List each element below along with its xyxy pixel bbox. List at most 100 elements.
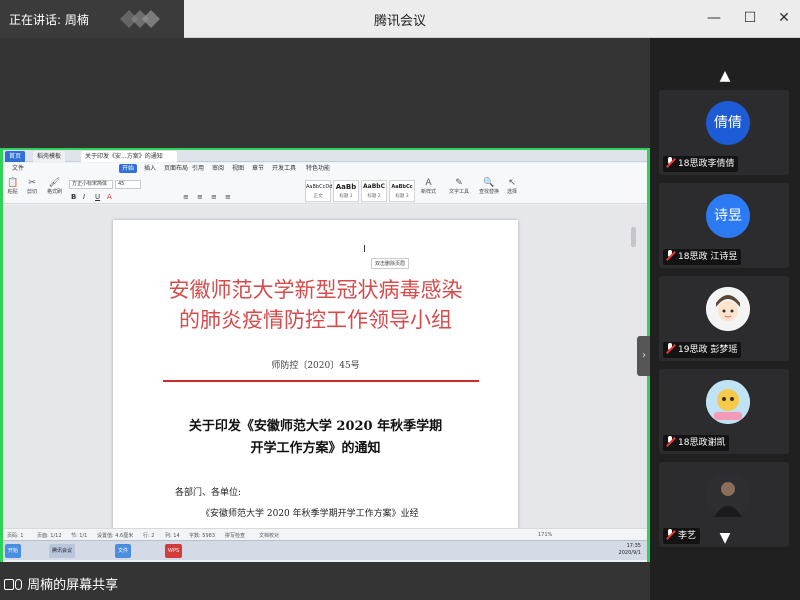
participant-tile[interactable]: 倩倩 18思政李倩倩	[659, 90, 789, 175]
text-tools-button[interactable]: ✎ 文字工具	[449, 178, 469, 195]
title-line-1: 关于印发《安徽师范大学 2020 年秋季学期	[188, 419, 443, 434]
new-style-button[interactable]: A 新样式	[421, 178, 436, 195]
menu-home[interactable]: 开始	[119, 164, 138, 173]
taskbar-app-meeting[interactable]: 腾讯会议	[49, 544, 76, 558]
screen-share-icon	[4, 579, 14, 590]
maximize-button[interactable]: ☐	[740, 9, 760, 27]
menu-developer[interactable]: 开发工具	[269, 164, 299, 173]
mic-muted-icon	[665, 157, 675, 167]
format-painter-button[interactable]: 🖌 格式刷	[47, 178, 62, 195]
style-heading-3-sample: AaBbCc	[391, 184, 413, 190]
style-heading-2-caption: 标题 2	[367, 194, 381, 199]
taskbar-app-files[interactable]: 文件	[115, 544, 132, 558]
zoom-level[interactable]: 171%	[538, 532, 552, 538]
paste-button[interactable]: 📋 粘贴	[7, 178, 18, 195]
scissors-icon: ✂	[28, 178, 36, 188]
menu-layout[interactable]: 页面布局	[161, 164, 191, 173]
menu-references[interactable]: 引用	[189, 164, 207, 173]
org-line-1: 安徽师范大学新型冠状病毒感染	[168, 278, 463, 302]
spell-check-button[interactable]: 拼写检查	[225, 532, 245, 539]
participant-name-tag: 18思政李倩倩	[663, 156, 739, 172]
select-label: 选择	[507, 189, 518, 195]
participant-tile[interactable]: 18思政谢凯	[659, 369, 789, 454]
font-size-select[interactable]: 45	[115, 180, 141, 189]
style-heading-2-sample: AaBbC	[363, 183, 385, 190]
participant-tile[interactable]: 诗昱 18思政 江诗昱	[659, 183, 789, 268]
status-section: 节: 1/1	[71, 533, 88, 539]
style-heading-2[interactable]: AaBbC 标题 2	[361, 180, 387, 202]
participant-tile[interactable]: 19思政 彭梦瑶	[659, 276, 789, 361]
title-line-2: 开学工作方案》的通知	[250, 441, 381, 456]
align-right-icon[interactable]: ≡	[211, 193, 217, 201]
shared-screen[interactable]: 首页 稻壳模板 关于印发《安...方案》的通知 文件 开始 插入 页面布局 引用…	[0, 148, 650, 562]
menu-review[interactable]: 审阅	[209, 164, 227, 173]
menu-view[interactable]: 视图	[229, 164, 247, 173]
participant-sidebar: ▲ 倩倩 18思政李倩倩 诗昱 18思政 江诗昱 19思政 彭梦瑶 18思政谢凯…	[650, 38, 800, 600]
document-title: 关于印发《安徽师范大学 2020 年秋季学期 开学工作方案》的通知	[113, 416, 518, 460]
underline-button[interactable]: U	[95, 193, 100, 201]
find-replace-label: 查找替换	[479, 189, 500, 195]
org-line-2: 的肺炎疫情防控工作领导小组	[179, 308, 452, 332]
avatar	[706, 380, 750, 424]
style-heading-3[interactable]: AaBbCc 标题 3	[389, 180, 415, 202]
avatar: 倩倩	[706, 101, 750, 145]
align-left-icon[interactable]: ≡	[183, 193, 189, 201]
collapse-sidebar-button[interactable]: ›	[637, 336, 651, 376]
menu-section[interactable]: 章节	[249, 164, 267, 173]
mic-muted-icon	[665, 436, 675, 446]
screen-share-owner: 周楠的屏幕共享	[27, 578, 119, 593]
scrollbar-thumb[interactable]	[631, 227, 636, 247]
document-number: 师防控〔2020〕45号	[271, 361, 360, 371]
style-normal[interactable]: AaBbCcDd 正文	[305, 180, 332, 202]
style-heading-1[interactable]: AaBb 标题 1	[333, 180, 359, 202]
tab-home[interactable]: 首页	[5, 151, 26, 162]
tab-document[interactable]: 关于印发《安...方案》的通知	[81, 151, 177, 162]
avatar: 诗昱	[706, 194, 750, 238]
start-button[interactable]: 开始	[5, 544, 21, 558]
menu-file[interactable]: 文件	[9, 164, 27, 173]
cut-button[interactable]: ✂ 剪切	[27, 178, 37, 195]
wps-tab-bar: 首页 稻壳模板 关于印发《安...方案》的通知	[3, 150, 647, 162]
select-button[interactable]: ↖ 选择	[507, 178, 517, 195]
menu-insert[interactable]: 插入	[141, 164, 159, 173]
close-button[interactable]: ✕	[774, 9, 794, 27]
format-painter-label: 格式刷	[47, 189, 63, 195]
document-page[interactable]: I 双击删除页眉 安徽师范大学新型冠状病毒感染 的肺炎疫情防控工作领导小组 师防…	[113, 220, 518, 529]
style-normal-caption: 正文	[313, 194, 323, 199]
justify-icon[interactable]: ≡	[225, 193, 231, 201]
italic-button[interactable]: I	[83, 193, 85, 201]
salutation: 各部门、各单位:	[175, 488, 242, 498]
cartoon-avatar-icon	[706, 287, 750, 331]
windows-taskbar: 开始 腾讯会议 文件 WPS 17:35 2020/9/1	[3, 540, 647, 560]
status-row: 行: 2	[143, 533, 155, 539]
app-title: 腾讯会议	[373, 14, 426, 29]
tab-templates[interactable]: 稻壳模板	[33, 151, 66, 162]
participant-name: 18思政 江诗昱	[678, 252, 738, 262]
clock-date: 2020/9/1	[618, 550, 641, 556]
taskbar-clock: 17:35 2020/9/1	[619, 543, 641, 557]
bold-button[interactable]: B	[71, 193, 76, 201]
doc-check-button[interactable]: 文档校对	[259, 532, 279, 539]
minimize-button[interactable]: —	[704, 9, 724, 27]
brush-icon: 🖌	[48, 178, 61, 188]
taskbar-app-wps[interactable]: WPS	[165, 544, 183, 558]
style-heading-1-sample: AaBb	[335, 183, 357, 191]
wps-menu-bar: 文件 开始 插入 页面布局 引用 审阅 视图 章节 开发工具 特色功能	[3, 163, 647, 174]
scroll-down-button[interactable]: ▼	[650, 530, 800, 546]
find-replace-button[interactable]: 🔍 查找替换	[479, 178, 499, 195]
status-page: 页码: 1	[7, 533, 24, 539]
wps-status-bar: 页码: 1 页面: 1/12 节: 1/1 设置值: 4.6厘米 行: 2 列:…	[3, 528, 647, 540]
clock-time: 17:35	[626, 543, 641, 549]
font-name-select[interactable]: 方正小标宋简体	[69, 180, 113, 189]
header-tooltip: 双击删除页眉	[371, 258, 410, 269]
align-center-icon[interactable]: ≡	[197, 193, 203, 201]
text-cursor-icon: I	[363, 244, 366, 255]
style-heading-1-caption: 标题 1	[339, 194, 353, 199]
scroll-up-button[interactable]: ▲	[650, 68, 800, 84]
menu-features[interactable]: 特色功能	[303, 164, 333, 173]
font-color-button[interactable]: A	[107, 193, 112, 201]
participant-name-tag: 19思政 彭梦瑶	[663, 342, 742, 358]
document-area[interactable]: I 双击删除页眉 安徽师范大学新型冠状病毒感染 的肺炎疫情防控工作领导小组 师防…	[3, 205, 647, 529]
shared-screen-stage: 首页 稻壳模板 关于印发《安...方案》的通知 文件 开始 插入 页面布局 引用…	[0, 38, 651, 600]
status-col: 列: 14	[165, 533, 180, 539]
